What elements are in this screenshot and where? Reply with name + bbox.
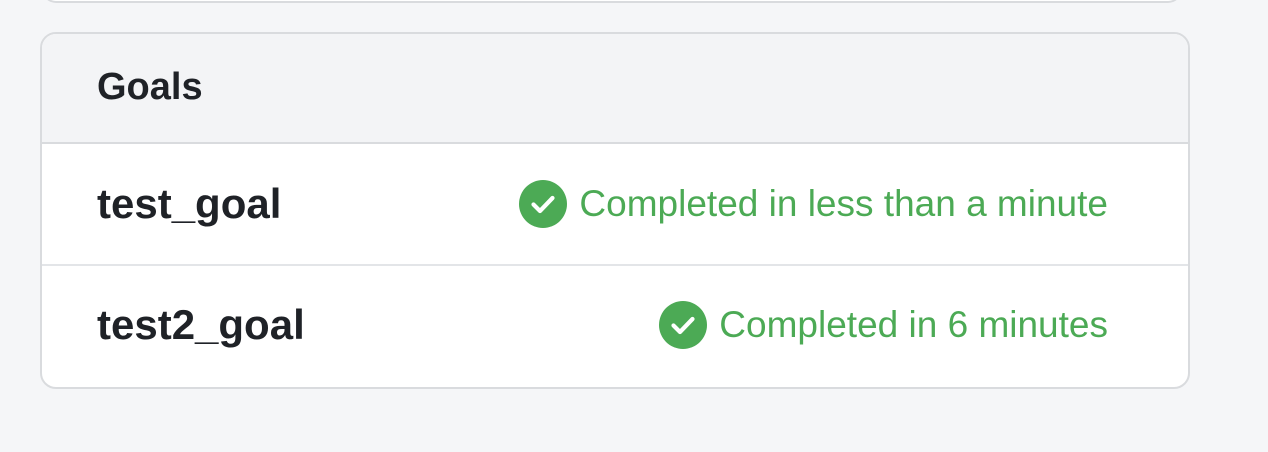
goal-status: Completed in less than a minute: [519, 180, 1108, 228]
previous-card-bottom: [42, 0, 1182, 3]
goal-row-test2-goal: test2_goal Completed in 6 minutes: [42, 264, 1188, 384]
goal-status-text: Completed in 6 minutes: [719, 304, 1108, 345]
goal-name: test_goal: [97, 180, 282, 227]
check-circle-icon: [659, 301, 708, 349]
goal-row-test-goal: test_goal Completed in less than a minut…: [42, 144, 1188, 264]
goals-panel-header: Goals: [42, 34, 1188, 144]
goals-panel: Goals test_goal Completed in less than a…: [40, 32, 1190, 389]
goal-status: Completed in 6 minutes: [659, 301, 1108, 349]
goal-name: test2_goal: [97, 301, 305, 348]
check-circle-icon: [519, 180, 568, 228]
goal-status-text: Completed in less than a minute: [579, 183, 1108, 224]
goals-panel-title: Goals: [97, 65, 203, 108]
